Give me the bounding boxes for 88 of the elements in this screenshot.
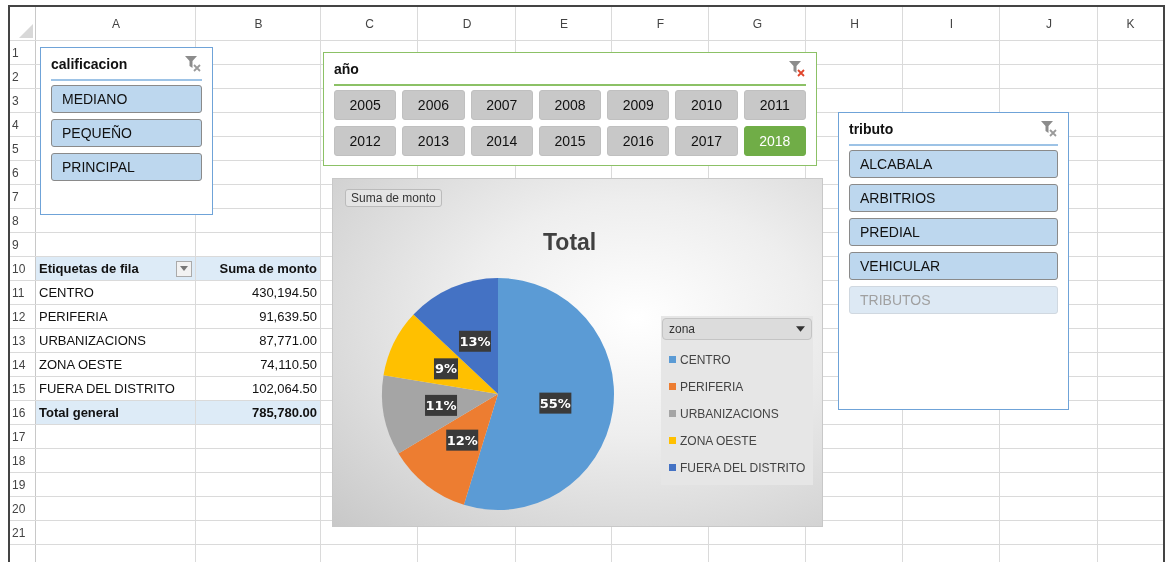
row-number[interactable]: 10 bbox=[10, 257, 36, 281]
row-number[interactable]: 6 bbox=[10, 161, 36, 185]
slicer-item[interactable]: 2005 bbox=[334, 90, 397, 120]
legend-field-button[interactable]: zona bbox=[662, 318, 812, 340]
slicer-item[interactable]: 2009 bbox=[607, 90, 670, 120]
column-header[interactable]: C bbox=[321, 7, 418, 41]
row-number[interactable]: 18 bbox=[10, 449, 36, 473]
row-number[interactable]: 1 bbox=[10, 41, 36, 65]
row-number[interactable]: 13 bbox=[10, 329, 36, 353]
slicer-item[interactable]: 2011 bbox=[743, 90, 806, 120]
row-number[interactable]: 12 bbox=[10, 305, 36, 329]
row-number[interactable]: 7 bbox=[10, 185, 36, 209]
row-label: PERIFERIA bbox=[39, 309, 108, 324]
chart-title: Total bbox=[543, 229, 597, 256]
filter-dropdown-button[interactable] bbox=[176, 260, 192, 277]
slicer-item[interactable]: 2014 bbox=[470, 126, 533, 156]
slicer-item[interactable]: 2010 bbox=[675, 90, 738, 120]
data-label: 12% bbox=[446, 429, 479, 451]
clear-filter-icon[interactable] bbox=[1040, 120, 1058, 138]
clear-filter-icon[interactable] bbox=[788, 60, 806, 78]
row-number[interactable]: 11 bbox=[10, 281, 36, 305]
slicer-item[interactable]: 2008 bbox=[538, 90, 602, 120]
row-label: ZONA OESTE bbox=[39, 357, 123, 372]
slicer-item[interactable]: 2017 bbox=[675, 126, 738, 156]
row-number[interactable]: 16 bbox=[10, 401, 36, 425]
row-number[interactable]: 3 bbox=[10, 89, 36, 113]
slicer-item[interactable]: MEDIANO bbox=[51, 85, 202, 113]
row-label: CENTRO bbox=[39, 285, 94, 300]
clear-filter-icon[interactable] bbox=[184, 55, 202, 73]
legend-label: CENTRO bbox=[680, 352, 731, 367]
slicer-title: calificacion bbox=[51, 56, 128, 72]
legend-label: URBANIZACIONS bbox=[680, 406, 779, 421]
row-number[interactable]: 15 bbox=[10, 377, 36, 401]
total-value: 785,780.00 bbox=[251, 405, 317, 420]
slicer-title: tributo bbox=[849, 121, 894, 137]
slicer-item[interactable]: 2015 bbox=[538, 126, 602, 156]
column-header[interactable]: K bbox=[1098, 7, 1163, 41]
caret-icon bbox=[180, 266, 188, 271]
slicer-item[interactable]: 2013 bbox=[402, 126, 465, 156]
data-label: 55% bbox=[539, 392, 572, 414]
column-header[interactable]: D bbox=[418, 7, 516, 41]
row-number[interactable]: 8 bbox=[10, 209, 36, 233]
slicer-title: año bbox=[334, 61, 359, 77]
column-header[interactable]: H bbox=[806, 7, 903, 41]
row-number[interactable]: 4 bbox=[10, 113, 36, 137]
slicer-item[interactable]: VEHICULAR bbox=[849, 252, 1058, 280]
triangle-icon bbox=[19, 24, 33, 38]
total-label: Total general bbox=[39, 405, 119, 420]
column-header[interactable]: E bbox=[516, 7, 612, 41]
row-number[interactable]: 5 bbox=[10, 137, 36, 161]
data-label: 11% bbox=[425, 394, 458, 416]
row-number[interactable]: 21 bbox=[10, 521, 36, 545]
slicer-item[interactable]: PRINCIPAL bbox=[51, 153, 202, 181]
slicer-item[interactable]: 2016 bbox=[607, 126, 670, 156]
slicer-item[interactable]: 2006 bbox=[402, 90, 465, 120]
column-header[interactable]: G bbox=[709, 7, 806, 41]
value-cell: 74,110.50 bbox=[260, 357, 317, 372]
column-header[interactable]: J bbox=[1000, 7, 1098, 41]
column-heading: Suma de monto bbox=[219, 261, 317, 276]
row-number[interactable]: 2 bbox=[10, 65, 36, 89]
row-number[interactable]: 14 bbox=[10, 353, 36, 377]
row-number[interactable]: 20 bbox=[10, 497, 36, 521]
value-cell: 430,194.50 bbox=[251, 285, 317, 300]
row-label: URBANIZACIONS bbox=[39, 333, 146, 348]
column-header[interactable]: F bbox=[612, 7, 709, 41]
column-header[interactable]: I bbox=[903, 7, 1000, 41]
slicer-item[interactable]: 2012 bbox=[334, 126, 397, 156]
slicer-item[interactable]: PREDIAL bbox=[849, 218, 1058, 246]
field-button[interactable]: Suma de monto bbox=[345, 189, 442, 207]
row-label: FUERA DEL DISTRITO bbox=[39, 381, 175, 396]
slicer-item[interactable]: ALCABALA bbox=[849, 150, 1058, 178]
caret-icon bbox=[796, 326, 805, 332]
legend-label: FUERA DEL DISTRITO bbox=[680, 460, 806, 475]
row-number[interactable]: 19 bbox=[10, 473, 36, 497]
column-header[interactable]: A bbox=[36, 7, 196, 41]
slicer-item[interactable]: ARBITRIOS bbox=[849, 184, 1058, 212]
slicer-item[interactable]: PEQUEÑO bbox=[51, 119, 202, 147]
row-number[interactable]: 17 bbox=[10, 425, 36, 449]
legend-label: PERIFERIA bbox=[680, 379, 744, 394]
column-header[interactable]: B bbox=[196, 7, 321, 41]
slicer-item[interactable]: 2007 bbox=[470, 90, 533, 120]
value-cell: 91,639.50 bbox=[259, 309, 317, 324]
data-label: 9% bbox=[434, 358, 458, 380]
column-heading: Etiquetas de fila bbox=[39, 261, 139, 276]
value-cell: 87,771.00 bbox=[259, 333, 317, 348]
row-number[interactable]: 9 bbox=[10, 233, 36, 257]
value-cell: 102,064.50 bbox=[251, 381, 317, 396]
legend-label: ZONA OESTE bbox=[680, 433, 757, 448]
